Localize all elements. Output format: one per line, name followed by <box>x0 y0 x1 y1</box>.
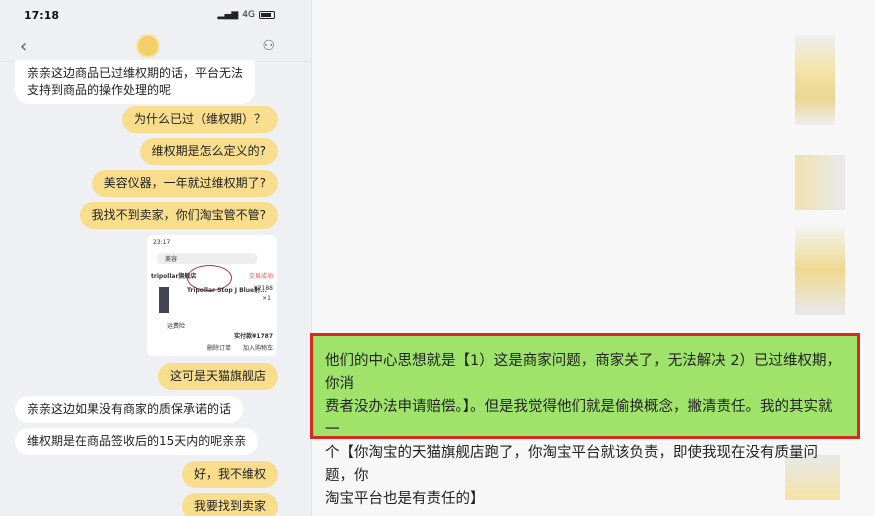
user-settings-icon[interactable]: ⚇ <box>262 38 275 54</box>
order-search: 美容 <box>157 253 257 264</box>
annotation-line: 他们的中心思想就是【1）这是商家问题，商家关了，无法解决 2）已过维权期，你消 <box>325 353 842 392</box>
sent-message: 我找不到卖家，你们淘宝管不管? <box>79 202 278 229</box>
signal-icon: ▂▄▆ <box>217 10 239 20</box>
sent-message: 美容仪器，一年就过维权期了? <box>91 170 278 197</box>
received-message: 亲亲这边商品已过维权期的话，平台无法 支持到商品的操作处理的呢 <box>15 60 256 104</box>
sent-message: 维权期是怎么定义的? <box>139 138 278 165</box>
battery-icon <box>259 11 275 19</box>
product-image <box>159 287 169 313</box>
order-time: 23:17 <box>153 239 171 246</box>
order-qty: ×1 <box>262 295 271 302</box>
status-time: 17:18 <box>24 9 60 22</box>
sent-message: 我要找到卖家 <box>181 493 278 516</box>
order-price: ¥2188 <box>253 285 273 292</box>
order-status: 交易成功 <box>248 273 273 280</box>
sent-message: 好，我不维权 <box>181 461 278 488</box>
annotation-message: 他们的中心思想就是【1）这是商家问题，商家关了，无法解决 2）已过维权期，你消 … <box>310 333 860 507</box>
annotation-line: 淘宝平台也是有责任的】 <box>325 491 485 507</box>
add-cart-button: 加入购物车 <box>243 345 274 352</box>
received-message: 维权期是在商品签收后的15天内的呢亲亲 <box>15 428 259 455</box>
sent-message: 为什么已过（维权期）？ <box>121 106 278 133</box>
received-message: 亲亲这边如果没有商家的质保承诺的话 <box>15 396 244 423</box>
service-avatar-icon <box>136 34 160 58</box>
order-paid: 实付款¥1787 <box>234 333 273 340</box>
order-screenshot-image[interactable]: 23:17 美容 tripollar旗舰店 交易成功 Tripollar Sto… <box>147 235 277 356</box>
delete-order-button: 删除订单 <box>207 345 232 352</box>
back-icon[interactable]: ‹ <box>20 36 27 57</box>
annotation-line: 费者没办法申请赔偿。】。但是我觉得他们就是偷换概念，撇清责任。我的其实就一 <box>325 399 833 438</box>
chat-nav-bar: ‹ ⚇ <box>0 34 311 62</box>
message-line: 亲亲这边商品已过维权期的话，平台无法 <box>27 66 244 80</box>
order-freight: 运费险 <box>167 323 186 330</box>
status-indicators: ▂▄▆ 4G <box>218 10 275 20</box>
phone-chat-screenshot: 17:18 ▂▄▆ 4G ‹ ⚇ 亲亲这边商品已过维权期的话，平台无法 支持到商品… <box>0 0 312 516</box>
network-label: 4G <box>242 10 255 20</box>
message-line: 支持到商品的操作处理的呢 <box>27 83 172 97</box>
pixelated-message <box>795 155 845 210</box>
pixelated-message <box>795 35 835 125</box>
sent-message: 这可是天猫旗舰店 <box>157 363 278 390</box>
annotation-line: 个【你淘宝的天猫旗舰店跑了，你淘宝平台就该负责，即使我现在没有质量问题，你 <box>325 445 818 484</box>
pixelated-message <box>795 225 845 315</box>
